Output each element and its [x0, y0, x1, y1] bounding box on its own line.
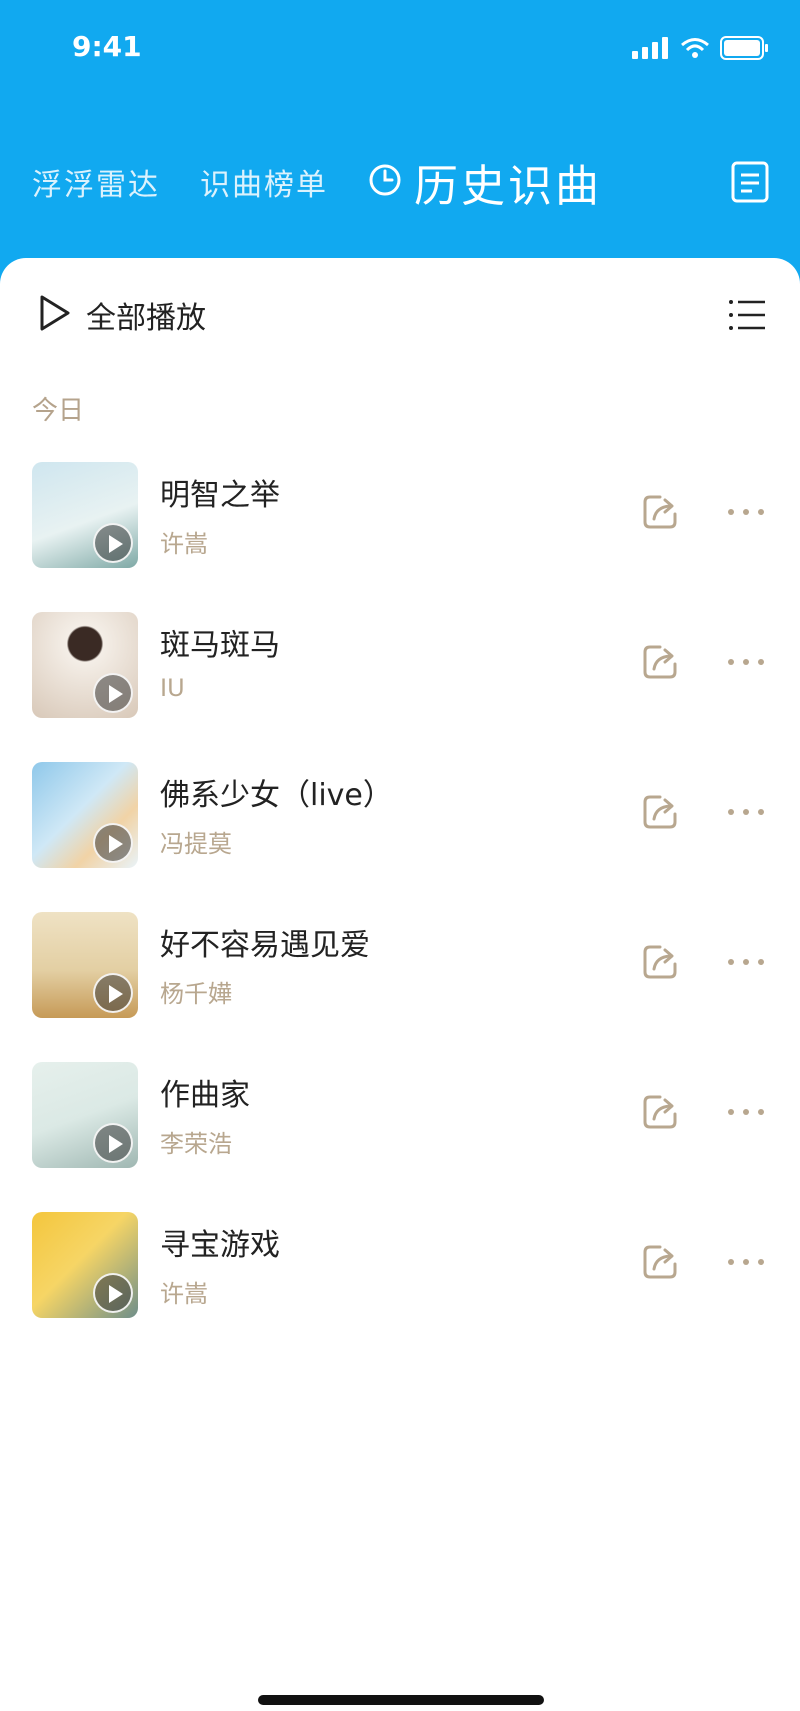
more-button[interactable]	[726, 952, 766, 971]
song-artist: 杨千嬅	[160, 980, 232, 1008]
share-icon	[640, 795, 680, 836]
album-cover[interactable]	[32, 1062, 138, 1168]
album-cover[interactable]	[32, 762, 138, 868]
album-cover[interactable]	[32, 912, 138, 1018]
share-icon	[640, 645, 680, 686]
song-artist: 冯提莫	[160, 830, 232, 858]
list-icon	[728, 300, 766, 336]
play-all-label: 全部播放	[86, 301, 206, 336]
song-list: 明智之举 许嵩 斑马斑马 IU 佛系少女（live） 冯提莫 好不容易遇见爱 杨…	[0, 458, 800, 1358]
song-row[interactable]: 好不容易遇见爱 杨千嬅	[0, 908, 800, 1058]
play-circle-icon[interactable]	[93, 523, 133, 563]
top-header: 9:41 浮浮雷达 识曲榜单 历史识曲	[0, 0, 800, 290]
history-toolbar: 全部播放	[0, 280, 800, 350]
more-button[interactable]	[726, 652, 766, 671]
clock-icon	[366, 161, 404, 203]
share-icon	[640, 1095, 680, 1136]
share-button[interactable]	[640, 1242, 680, 1286]
song-title: 佛系少女（live）	[160, 778, 393, 813]
more-button[interactable]	[726, 1252, 766, 1271]
album-cover[interactable]	[32, 612, 138, 718]
history-card: 全部播放 今日 明智之举 许嵩 斑马斑马 IU 佛系少女（live） 冯提莫 好…	[0, 258, 800, 1711]
tab-radar[interactable]: 浮浮雷达	[32, 160, 160, 204]
play-circle-icon[interactable]	[93, 1273, 133, 1313]
album-cover[interactable]	[32, 462, 138, 568]
share-icon	[640, 945, 680, 986]
section-today: 今日	[32, 396, 85, 426]
battery-icon	[720, 36, 770, 64]
more-icon	[726, 502, 766, 521]
song-artist: 许嵩	[160, 530, 208, 558]
share-button[interactable]	[640, 792, 680, 836]
song-artist: 李荣浩	[160, 1130, 232, 1158]
document-icon	[730, 161, 770, 208]
share-button[interactable]	[640, 1092, 680, 1136]
song-row[interactable]: 佛系少女（live） 冯提莫	[0, 758, 800, 908]
play-outline-icon	[38, 294, 72, 336]
share-button[interactable]	[640, 642, 680, 686]
more-button[interactable]	[726, 502, 766, 521]
play-circle-icon[interactable]	[93, 823, 133, 863]
document-button[interactable]	[730, 160, 770, 208]
more-button[interactable]	[726, 802, 766, 821]
song-row[interactable]: 明智之举 许嵩	[0, 458, 800, 608]
play-all-button[interactable]: 全部播放	[38, 280, 206, 350]
song-title: 斑马斑马	[160, 628, 280, 663]
more-button[interactable]	[726, 1102, 766, 1121]
song-row[interactable]: 作曲家 李荣浩	[0, 1058, 800, 1208]
song-title: 明智之举	[160, 478, 280, 513]
more-icon	[726, 802, 766, 821]
more-icon	[726, 952, 766, 971]
song-artist: 许嵩	[160, 1280, 208, 1308]
tab-chart[interactable]: 识曲榜单	[200, 160, 328, 204]
song-title: 寻宝游戏	[160, 1228, 280, 1263]
share-icon	[640, 1245, 680, 1286]
tab-history-label: 历史识曲	[414, 161, 602, 212]
play-circle-icon[interactable]	[93, 673, 133, 713]
list-mode-button[interactable]	[728, 298, 766, 336]
album-cover[interactable]	[32, 1212, 138, 1318]
signal-icon	[632, 37, 670, 63]
more-icon	[726, 652, 766, 671]
song-title: 好不容易遇见爱	[160, 928, 370, 963]
song-row[interactable]: 斑马斑马 IU	[0, 608, 800, 758]
share-button[interactable]	[640, 492, 680, 536]
play-circle-icon[interactable]	[93, 1123, 133, 1163]
status-time: 9:41	[72, 30, 142, 63]
more-icon	[726, 1102, 766, 1121]
tab-history[interactable]: 历史识曲	[366, 150, 602, 214]
more-icon	[726, 1252, 766, 1271]
wifi-icon	[680, 37, 710, 63]
song-title: 作曲家	[160, 1078, 250, 1113]
share-icon	[640, 495, 680, 536]
status-icons	[632, 36, 770, 64]
song-artist: IU	[160, 674, 185, 702]
play-circle-icon[interactable]	[93, 973, 133, 1013]
song-row[interactable]: 寻宝游戏 许嵩	[0, 1208, 800, 1358]
home-indicator[interactable]	[258, 1695, 544, 1705]
share-button[interactable]	[640, 942, 680, 986]
